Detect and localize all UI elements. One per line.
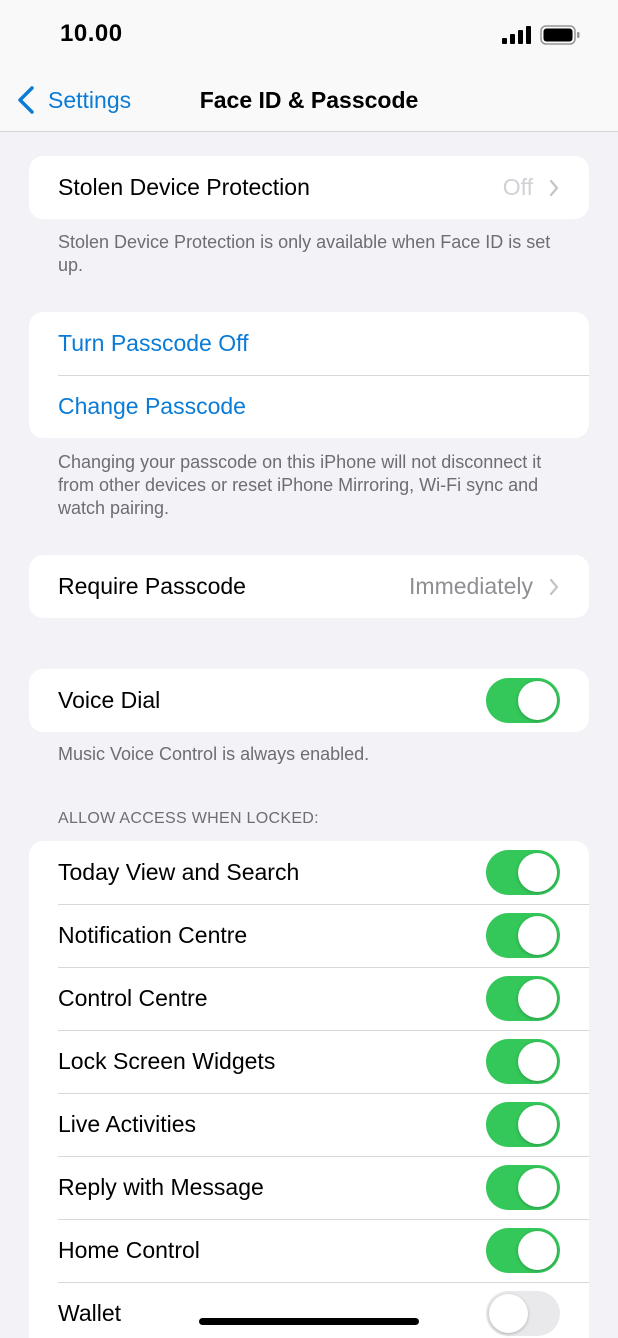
toggle-knob xyxy=(518,853,557,892)
change-passcode-label: Change Passcode xyxy=(58,393,246,419)
page-title: Face ID & Passcode xyxy=(199,87,419,113)
passcode-note: Changing your passcode on this iPhone wi… xyxy=(58,452,542,518)
locked-access-row-notification-centre: Notification Centre xyxy=(29,904,589,967)
chevron-right-icon xyxy=(549,578,559,595)
toggle-knob xyxy=(518,1105,557,1144)
home-indicator[interactable] xyxy=(199,1318,419,1325)
locked-access-row-wallet: Wallet xyxy=(29,1282,589,1338)
chevron-right-icon xyxy=(549,179,559,196)
locked-access-row-today-view: Today View and Search xyxy=(29,841,589,904)
locked-access-group: Today View and Search Notification Centr… xyxy=(29,841,589,1338)
change-passcode-button[interactable]: Change Passcode xyxy=(29,375,589,438)
require-passcode-label: Require Passcode xyxy=(58,573,246,599)
turn-passcode-off-label: Turn Passcode Off xyxy=(58,330,249,356)
locked-access-label: Notification Centre xyxy=(58,922,248,948)
locked-access-label: Wallet xyxy=(58,1300,122,1326)
locked-access-label: Control Centre xyxy=(58,985,208,1011)
home-control-toggle[interactable] xyxy=(486,1228,560,1273)
reply-with-message-toggle[interactable] xyxy=(486,1165,560,1210)
require-passcode-value: Immediately xyxy=(409,573,533,599)
stolen-device-group: Stolen Device Protection Off xyxy=(29,156,589,219)
locked-access-row-live-activities: Live Activities xyxy=(29,1093,589,1156)
stolen-device-note: Stolen Device Protection is only availab… xyxy=(58,232,551,275)
voice-dial-group: Voice Dial xyxy=(29,669,589,732)
stolen-device-protection-row[interactable]: Stolen Device Protection Off xyxy=(29,156,589,219)
today-view-toggle[interactable] xyxy=(486,850,560,895)
control-centre-toggle[interactable] xyxy=(486,976,560,1021)
battery-icon xyxy=(540,25,580,45)
turn-passcode-off-button[interactable]: Turn Passcode Off xyxy=(29,312,589,375)
toggle-knob xyxy=(489,1294,528,1333)
voice-dial-note: Music Voice Control is always enabled. xyxy=(58,744,370,764)
locked-access-label: Lock Screen Widgets xyxy=(58,1048,276,1074)
cellular-signal-icon xyxy=(502,26,531,44)
stolen-device-protection-label: Stolen Device Protection xyxy=(58,174,310,200)
voice-dial-row: Voice Dial xyxy=(29,669,589,732)
status-bar: 10.00 xyxy=(0,0,618,70)
locked-access-row-home-control: Home Control xyxy=(29,1219,589,1282)
require-passcode-row[interactable]: Require Passcode Immediately xyxy=(29,555,589,618)
section-header-locked-access: ALLOW ACCESS WHEN LOCKED: xyxy=(58,810,319,827)
toggle-knob xyxy=(518,916,557,955)
locked-access-row-reply-with-message: Reply with Message xyxy=(29,1156,589,1219)
toggle-knob xyxy=(518,1231,557,1270)
navigation-bar: Settings Face ID & Passcode xyxy=(0,70,618,132)
locked-access-label: Live Activities xyxy=(58,1111,197,1137)
toggle-knob xyxy=(518,1042,557,1081)
status-time: 10.00 xyxy=(60,20,123,47)
voice-dial-toggle[interactable] xyxy=(486,678,560,723)
toggle-knob xyxy=(518,681,557,720)
toggle-knob xyxy=(518,979,557,1018)
stolen-device-protection-value: Off xyxy=(502,174,533,200)
passcode-group: Turn Passcode Off Change Passcode xyxy=(29,312,589,438)
locked-access-row-control-centre: Control Centre xyxy=(29,967,589,1030)
require-passcode-group: Require Passcode Immediately xyxy=(29,555,589,618)
locked-access-label: Reply with Message xyxy=(58,1174,264,1200)
locked-access-row-lock-screen-widgets: Lock Screen Widgets xyxy=(29,1030,589,1093)
wallet-toggle[interactable] xyxy=(486,1291,560,1336)
notification-centre-toggle[interactable] xyxy=(486,913,560,958)
live-activities-toggle[interactable] xyxy=(486,1102,560,1147)
locked-access-label: Today View and Search xyxy=(58,859,300,885)
locked-access-label: Home Control xyxy=(58,1237,200,1263)
voice-dial-label: Voice Dial xyxy=(58,687,161,713)
lock-screen-widgets-toggle[interactable] xyxy=(486,1039,560,1084)
toggle-knob xyxy=(518,1168,557,1207)
